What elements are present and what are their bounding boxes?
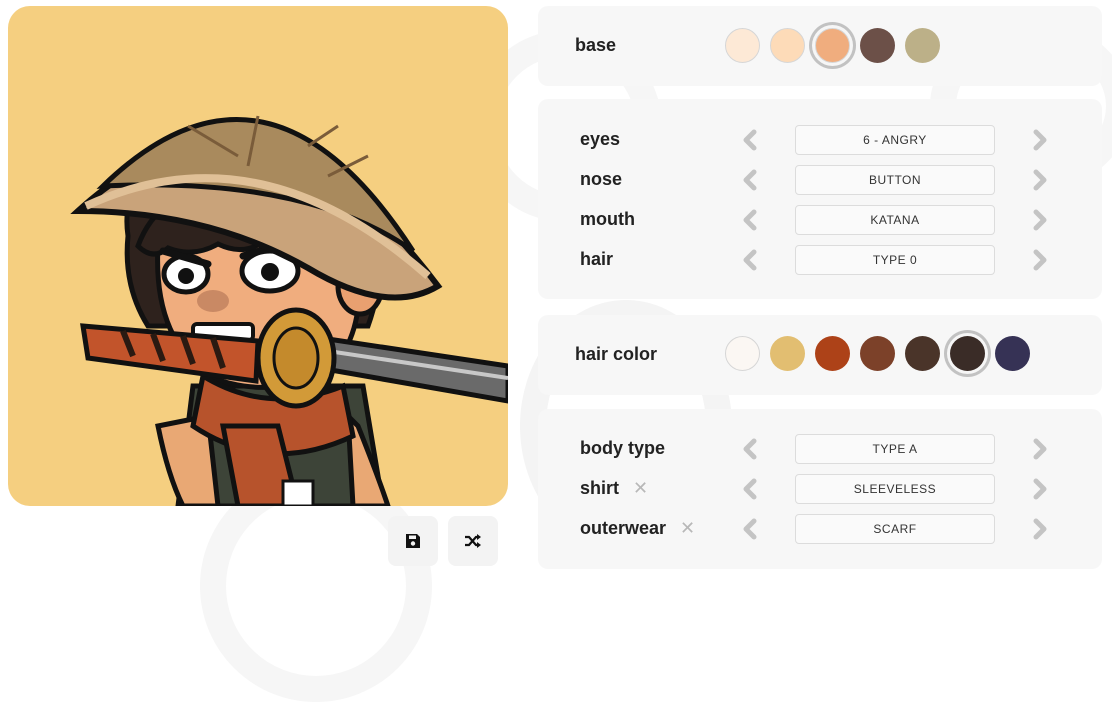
option-row-body-type: body type TYPE A — [538, 434, 1102, 464]
option-label-text: mouth — [580, 209, 635, 229]
option-label: outerwear ✕ — [580, 518, 695, 539]
option-value: TYPE A — [795, 434, 995, 464]
remove-icon[interactable]: ✕ — [633, 478, 648, 499]
next-option-button[interactable] — [1028, 434, 1052, 464]
shuffle-button[interactable] — [448, 516, 498, 566]
next-option-button[interactable] — [1028, 245, 1052, 275]
skin-color-swatch[interactable] — [905, 28, 940, 63]
hair-color-swatches — [725, 336, 1030, 371]
option-label: body type — [580, 438, 665, 459]
chevron-left-icon — [743, 129, 757, 151]
option-value: SLEEVELESS — [795, 474, 995, 504]
option-label: nose — [580, 169, 622, 190]
previous-option-button[interactable] — [738, 474, 762, 504]
chevron-left-icon — [743, 209, 757, 231]
option-row-outerwear: outerwear ✕ SCARF — [538, 514, 1102, 544]
option-label-text: hair — [580, 249, 614, 269]
next-option-button[interactable] — [1028, 474, 1052, 504]
option-label-text: eyes — [580, 129, 621, 149]
next-option-button[interactable] — [1028, 514, 1052, 544]
option-label: hair — [580, 249, 613, 270]
option-label-text: shirt — [580, 478, 620, 498]
previous-option-button[interactable] — [738, 245, 762, 275]
chevron-right-icon — [1033, 518, 1047, 540]
chevron-left-icon — [743, 169, 757, 191]
chevron-right-icon — [1033, 249, 1047, 271]
option-value: SCARF — [795, 514, 995, 544]
chevron-right-icon — [1033, 129, 1047, 151]
next-option-button[interactable] — [1028, 205, 1052, 235]
body-options-panel: body type TYPE A shirt ✕ SLEEVELESS outerwear… — [538, 409, 1102, 569]
base-swatches — [725, 28, 940, 63]
chevron-left-icon — [743, 478, 757, 500]
option-label: eyes — [580, 129, 620, 150]
skin-color-swatch[interactable] — [725, 28, 760, 63]
hair-color-swatch[interactable] — [995, 336, 1030, 371]
save-button[interactable] — [388, 516, 438, 566]
option-label: mouth — [580, 209, 635, 230]
skin-color-swatch[interactable] — [815, 28, 850, 63]
shuffle-icon — [465, 534, 481, 548]
hair-color-swatch[interactable] — [770, 336, 805, 371]
previous-option-button[interactable] — [738, 205, 762, 235]
previous-option-button[interactable] — [738, 165, 762, 195]
avatar-illustration — [70, 115, 508, 506]
option-label-text: nose — [580, 169, 623, 189]
chevron-right-icon — [1033, 169, 1047, 191]
option-row-shirt: shirt ✕ SLEEVELESS — [538, 474, 1102, 504]
hair-color-swatch[interactable] — [815, 336, 850, 371]
option-value: BUTTON — [795, 165, 995, 195]
chevron-right-icon — [1033, 478, 1047, 500]
chevron-left-icon — [743, 438, 757, 460]
option-row-nose: nose BUTTON — [538, 165, 1102, 195]
avatar-preview — [8, 6, 508, 506]
save-icon — [406, 534, 420, 548]
next-option-button[interactable] — [1028, 125, 1052, 155]
hair-color-label: hair color — [575, 344, 658, 364]
chevron-right-icon — [1033, 209, 1047, 231]
previous-option-button[interactable] — [738, 434, 762, 464]
option-value: TYPE 0 — [795, 245, 995, 275]
hair-color-panel: hair color — [538, 315, 1102, 395]
option-value: KATANA — [795, 205, 995, 235]
chevron-left-icon — [743, 518, 757, 540]
skin-color-swatch[interactable] — [770, 28, 805, 63]
hair-color-swatch[interactable] — [905, 336, 940, 371]
previous-option-button[interactable] — [738, 514, 762, 544]
base-panel: base — [538, 6, 1102, 86]
skin-color-swatch[interactable] — [860, 28, 895, 63]
option-value: 6 - ANGRY — [795, 125, 995, 155]
previous-option-button[interactable] — [738, 125, 762, 155]
option-label-text: body type — [580, 438, 666, 458]
base-label: base — [575, 35, 617, 55]
hair-color-swatch[interactable] — [725, 336, 760, 371]
option-label: shirt ✕ — [580, 478, 648, 499]
remove-icon[interactable]: ✕ — [680, 518, 695, 539]
option-row-hair: hair TYPE 0 — [538, 245, 1102, 275]
option-row-mouth: mouth KATANA — [538, 205, 1102, 235]
hair-color-swatch[interactable] — [860, 336, 895, 371]
chevron-left-icon — [743, 249, 757, 271]
option-label-text: outerwear — [580, 518, 667, 538]
face-options-panel: eyes 6 - ANGRY nose BUTTON mouth KATANA hair TY… — [538, 99, 1102, 299]
next-option-button[interactable] — [1028, 165, 1052, 195]
option-row-eyes: eyes 6 - ANGRY — [538, 125, 1102, 155]
hair-color-swatch[interactable] — [950, 336, 985, 371]
chevron-right-icon — [1033, 438, 1047, 460]
